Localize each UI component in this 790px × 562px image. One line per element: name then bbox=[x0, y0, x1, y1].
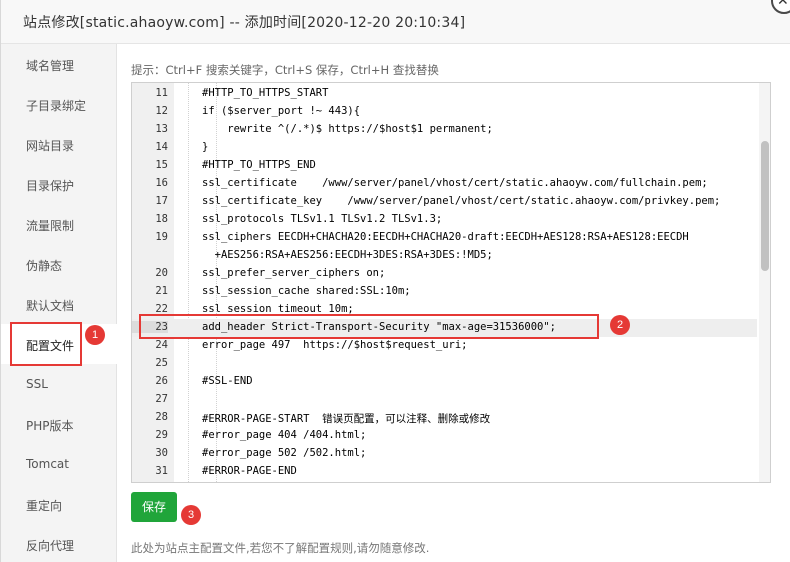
line-number: 16 bbox=[155, 177, 168, 189]
sidebar-item-label: 目录保护 bbox=[26, 179, 75, 193]
sidebar-item-site-dir[interactable]: 网站目录 bbox=[1, 124, 117, 164]
sidebar-item-subdir[interactable]: 子目录绑定 bbox=[1, 84, 117, 124]
sidebar-item-label: 流量限制 bbox=[26, 219, 75, 233]
code-text: error_page 497 https://$host$request_uri… bbox=[202, 339, 468, 351]
sidebar-item-dir-protect[interactable]: 目录保护 bbox=[1, 164, 117, 204]
line-number: 29 bbox=[155, 429, 168, 441]
code-line: 15 #HTTP_TO_HTTPS_END bbox=[132, 157, 757, 175]
line-number: 26 bbox=[155, 375, 168, 387]
sidebar-item-label: Tomcat bbox=[26, 457, 69, 471]
code-line: 17 ssl_certificate_key /www/server/panel/… bbox=[132, 193, 757, 211]
editor-scrollbar[interactable] bbox=[759, 83, 770, 482]
line-number: 28 bbox=[155, 411, 168, 423]
callout-box-hsts-line bbox=[139, 314, 599, 339]
config-warning-note: 此处为站点主配置文件,若您不了解配置规则,请勿随意修改. bbox=[131, 541, 430, 555]
line-number: 19 bbox=[155, 231, 168, 243]
code-line: 31 #ERROR-PAGE-END bbox=[132, 463, 757, 481]
sidebar-item-label: 重定向 bbox=[26, 499, 63, 513]
sidebar-item-label: 反向代理 bbox=[26, 539, 75, 553]
code-text: if ($server_port !~ 443){ bbox=[202, 105, 361, 117]
dialog-titlebar: 站点修改[static.ahaoyw.com] -- 添加时间[2020-12-… bbox=[1, 0, 790, 44]
callout-badge-3: 3 bbox=[181, 505, 201, 525]
code-line: +AES256:RSA+AES256:EECDH+3DES:RSA+3DES:!… bbox=[132, 247, 757, 265]
code-text: ssl_protocols TLSv1.1 TLSv1.2 TLSv1.3; bbox=[202, 213, 443, 225]
line-number: 21 bbox=[155, 285, 168, 297]
code-line: 13 rewrite ^(/.*)$ https://$host$1 perma… bbox=[132, 121, 757, 139]
code-line: 18 ssl_protocols TLSv1.1 TLSv1.2 TLSv1.3; bbox=[132, 211, 757, 229]
code-line: 14} bbox=[132, 139, 757, 157]
code-text: rewrite ^(/.*)$ https://$host$1 permanen… bbox=[202, 123, 493, 135]
code-line: 11 #HTTP_TO_HTTPS_START bbox=[132, 85, 757, 103]
code-text: #SSL-END bbox=[202, 375, 253, 387]
code-text: ssl_ciphers EECDH+CHACHA20:EECDH+CHACHA2… bbox=[202, 231, 689, 243]
callout-box-config-file bbox=[10, 322, 82, 366]
sidebar-item-rewrite[interactable]: 伪静态 bbox=[1, 244, 117, 284]
sidebar-item-label: 子目录绑定 bbox=[26, 99, 87, 113]
sidebar-item-domain[interactable]: 域名管理 bbox=[1, 44, 117, 84]
sidebar-item-label: PHP版本 bbox=[26, 419, 74, 433]
line-number: 31 bbox=[155, 465, 168, 477]
code-text: +AES256:RSA+AES256:EECDH+3DES:RSA+3DES:!… bbox=[202, 249, 493, 261]
code-text: ssl_session_cache shared:SSL:10m; bbox=[202, 285, 411, 297]
line-number: 14 bbox=[155, 141, 168, 153]
code-text: #error_page 404 /404.html; bbox=[202, 429, 367, 441]
line-number: 17 bbox=[155, 195, 168, 207]
save-button[interactable]: 保存 bbox=[131, 492, 177, 522]
code-line: 29 #error_page 404 /404.html; bbox=[132, 427, 757, 445]
code-line: 16 ssl_certificate /www/server/panel/vhos… bbox=[132, 175, 757, 193]
sidebar-item-label: SSL bbox=[26, 377, 48, 391]
dialog-title: 站点修改[static.ahaoyw.com] -- 添加时间[2020-12-… bbox=[23, 15, 466, 31]
code-line: 20 ssl_prefer_server_ciphers on; bbox=[132, 265, 757, 283]
sidebar-item-default-doc[interactable]: 默认文档 bbox=[1, 284, 117, 324]
line-number: 18 bbox=[155, 213, 168, 225]
close-icon: ✕ bbox=[777, 0, 789, 9]
code-text: #ERROR-PAGE-START 错误页配置，可以注释、删除或修改 bbox=[202, 413, 491, 425]
sidebar-item-php-version[interactable]: PHP版本 bbox=[1, 404, 117, 444]
line-number: 25 bbox=[155, 357, 168, 369]
code-line: 27 bbox=[132, 391, 757, 409]
scrollbar-thumb[interactable] bbox=[761, 141, 769, 271]
line-number: 13 bbox=[155, 123, 168, 135]
line-number: 24 bbox=[155, 339, 168, 351]
sidebar-item-tomcat[interactable]: Tomcat bbox=[1, 444, 117, 484]
sidebar: 域名管理 子目录绑定 网站目录 目录保护 流量限制 伪静态 默认文档 配置文件 … bbox=[1, 44, 117, 562]
code-text: } bbox=[202, 141, 209, 153]
code-line: 28 #ERROR-PAGE-START 错误页配置，可以注释、删除或修改 bbox=[132, 409, 757, 427]
code-text: ssl_prefer_server_ciphers on; bbox=[202, 267, 386, 279]
code-line: 19 ssl_ciphers EECDH+CHACHA20:EECDH+CHACH… bbox=[132, 229, 757, 247]
code-text: ssl_certificate /www/server/panel/vhost/… bbox=[202, 177, 708, 189]
line-number: 20 bbox=[155, 267, 168, 279]
line-number: 30 bbox=[155, 447, 168, 459]
sidebar-item-reverse-proxy[interactable]: 反向代理 bbox=[1, 524, 117, 562]
code-text: #HTTP_TO_HTTPS_END bbox=[202, 159, 316, 171]
sidebar-item-label: 域名管理 bbox=[26, 59, 75, 73]
code-text: ssl_certificate_key /www/server/panel/vh… bbox=[202, 195, 721, 207]
sidebar-item-traffic-limit[interactable]: 流量限制 bbox=[1, 204, 117, 244]
code-text: #HTTP_TO_HTTPS_START bbox=[202, 87, 329, 99]
callout-badge-1: 1 bbox=[85, 325, 105, 345]
site-config-dialog: 站点修改[static.ahaoyw.com] -- 添加时间[2020-12-… bbox=[0, 0, 790, 562]
code-line: 12 if ($server_port !~ 443){ bbox=[132, 103, 757, 121]
code-text: #ERROR-PAGE-END bbox=[202, 465, 297, 477]
shortcut-tip: 提示：Ctrl+F 搜索关键字，Ctrl+S 保存，Ctrl+H 查找替换 bbox=[131, 63, 439, 77]
code-line: 26 #SSL-END bbox=[132, 373, 757, 391]
code-line: 21 ssl_session_cache shared:SSL:10m; bbox=[132, 283, 757, 301]
code-line: 24 error_page 497 https://$host$request_u… bbox=[132, 337, 757, 355]
sidebar-item-label: 伪静态 bbox=[26, 259, 63, 273]
line-number: 11 bbox=[155, 87, 168, 99]
sidebar-item-redirect[interactable]: 重定向 bbox=[1, 484, 117, 524]
sidebar-item-ssl[interactable]: SSL bbox=[1, 364, 117, 404]
code-text: #error_page 502 /502.html; bbox=[202, 447, 367, 459]
sidebar-item-label: 网站目录 bbox=[26, 139, 75, 153]
sidebar-item-label: 默认文档 bbox=[26, 299, 75, 313]
line-number: 12 bbox=[155, 105, 168, 117]
callout-badge-2: 2 bbox=[610, 315, 630, 335]
code-line: 25 bbox=[132, 355, 757, 373]
code-line: 30 #error_page 502 /502.html; bbox=[132, 445, 757, 463]
config-editor[interactable]: 11 #HTTP_TO_HTTPS_START 12 if ($server_por… bbox=[131, 82, 771, 483]
line-number: 27 bbox=[155, 393, 168, 405]
line-number: 15 bbox=[155, 159, 168, 171]
